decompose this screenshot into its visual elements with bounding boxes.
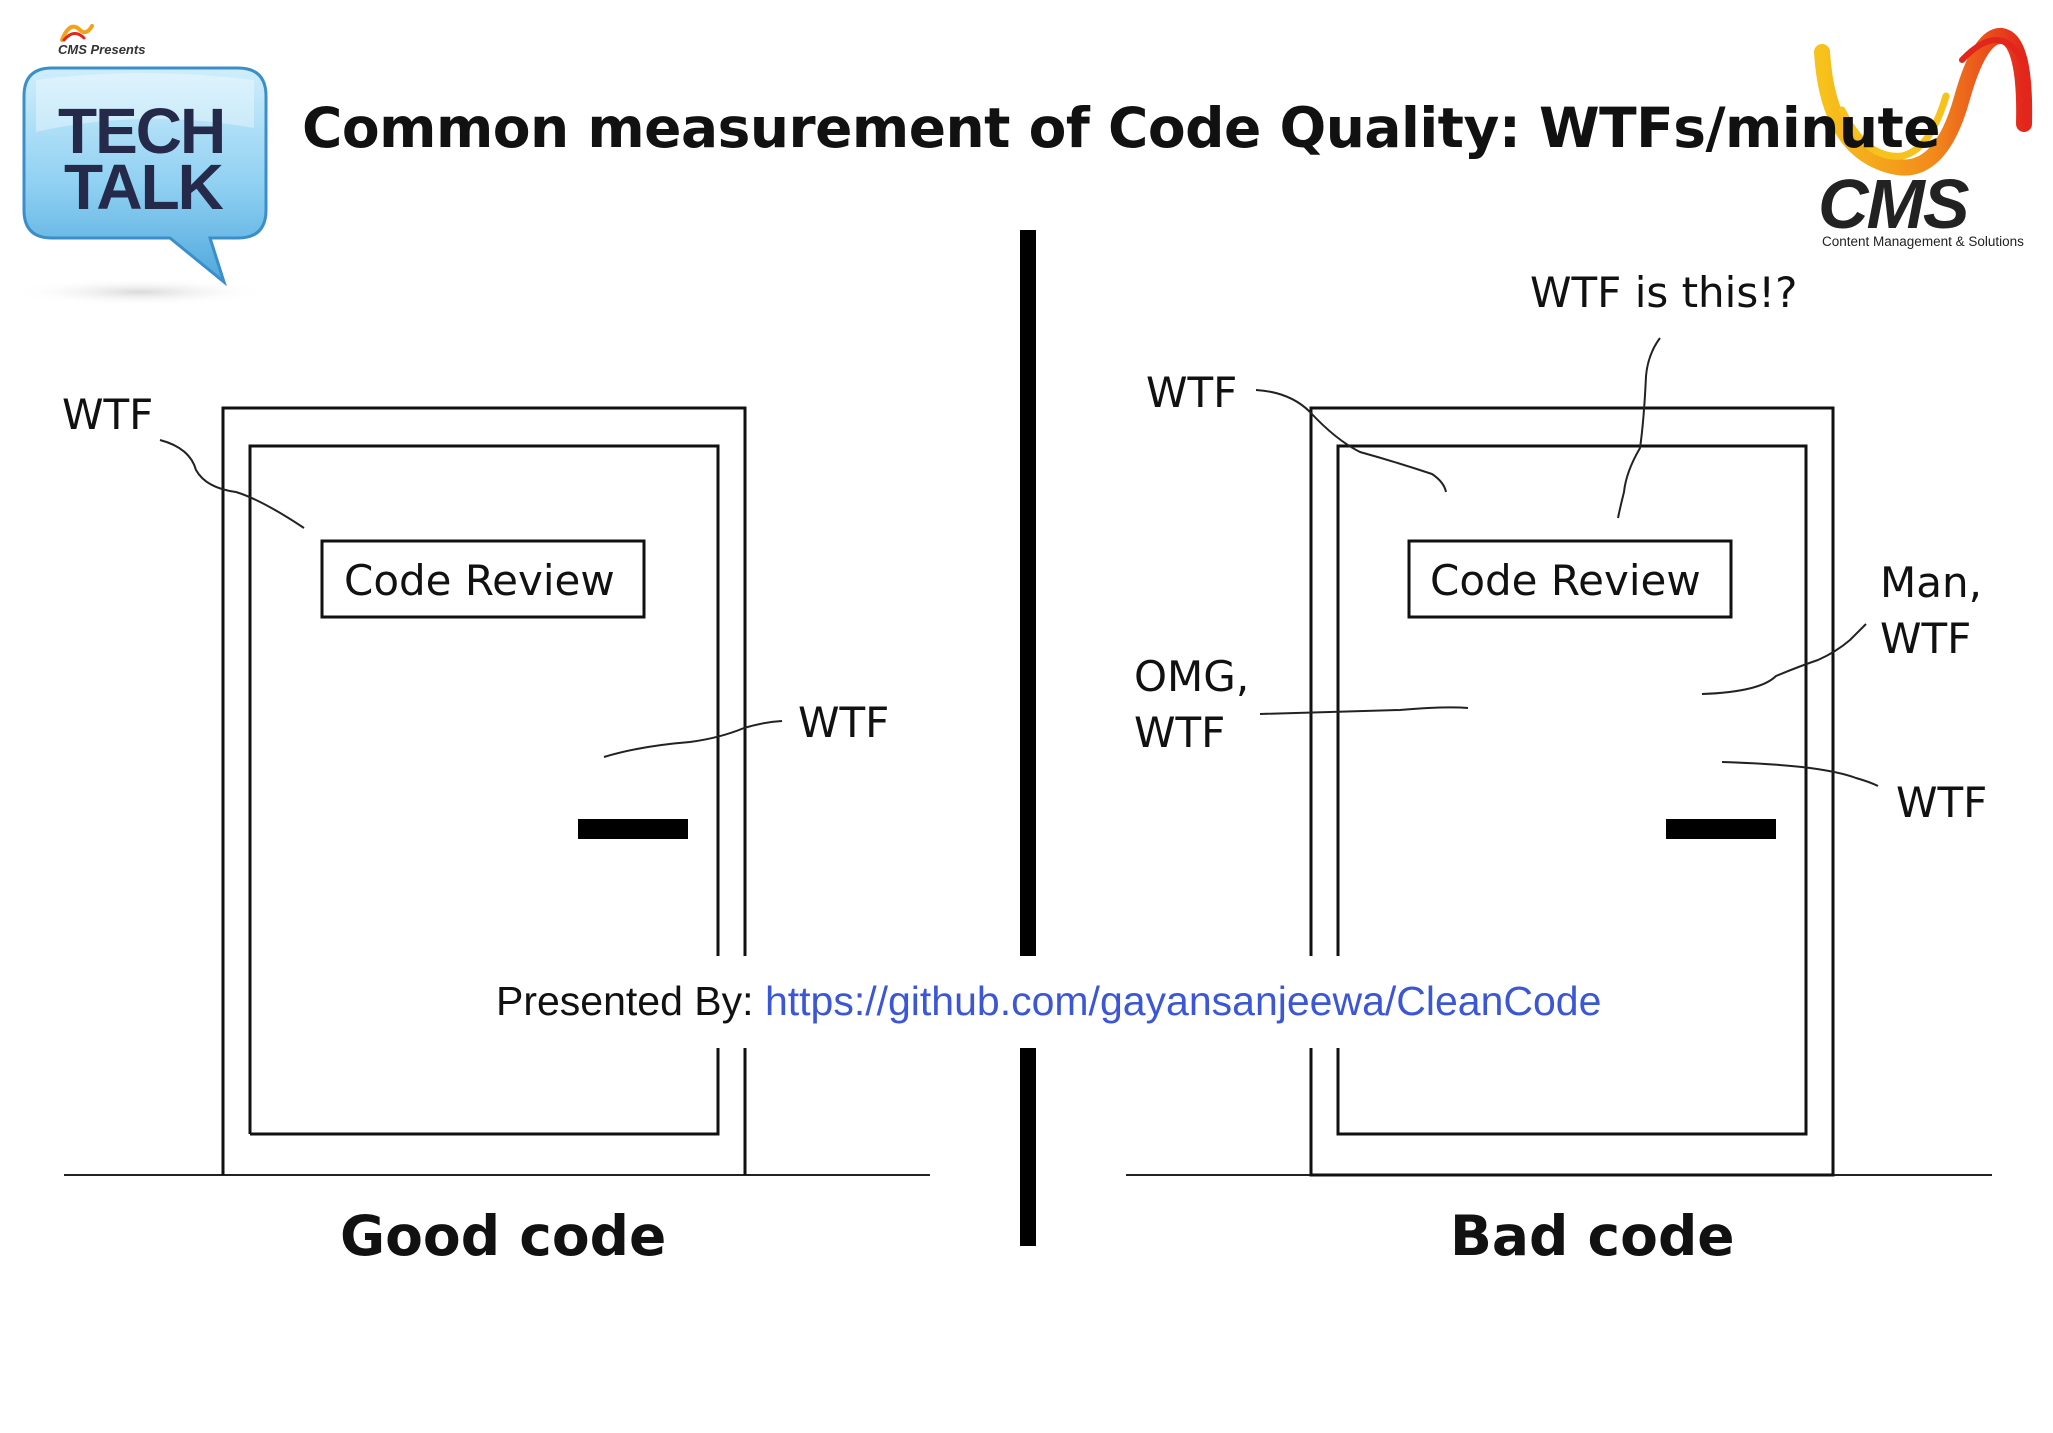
door-handle [1666, 819, 1776, 839]
pointer-line-bottom-right [1721, 761, 1879, 787]
logo-shadow [10, 278, 270, 306]
omg-label-line1: OMG, [1134, 652, 1250, 701]
techtalk-line2: TALK [64, 151, 224, 223]
presented-by-label: Presented By: [496, 978, 765, 1024]
cms-small-swoosh-icon [60, 24, 94, 42]
center-divider-top [1020, 230, 1036, 956]
wtf-label-good-top-left: WTF [62, 390, 154, 439]
github-link[interactable]: https://github.com/gayansanjeewa/CleanCo… [765, 978, 1601, 1024]
cms-logo-tagline: Content Management & Solutions [1822, 234, 2024, 249]
pointer-line-top-left [159, 439, 305, 529]
man-label-line2: WTF [1880, 614, 1972, 663]
code-review-label-good: Code Review [344, 556, 615, 605]
slide: CMS Presents TECH TALK Common measuremen… [0, 0, 2053, 1433]
pointer-line-top-left [1255, 389, 1447, 493]
good-code-caption: Good code [340, 1204, 667, 1268]
code-review-label-bad: Code Review [1430, 556, 1701, 605]
cms-logo-word: CMS [1818, 165, 1970, 243]
pointer-line-right [603, 720, 783, 758]
wtf-label-bad-bottom-right: WTF [1896, 778, 1988, 827]
cms-presents-text: CMS Presents [58, 42, 146, 57]
bad-code-door [1255, 337, 1879, 1177]
page-title: Common measurement of Code Quality: WTFs… [302, 96, 1941, 160]
good-code-door [159, 406, 783, 1175]
wtf-is-this-label: WTF is this!? [1530, 268, 1798, 317]
door-frame-outer [1309, 406, 1835, 1177]
wtf-label-bad-top-left: WTF [1146, 368, 1238, 417]
omg-label-line2: WTF [1134, 708, 1226, 757]
pointer-line-right [1701, 623, 1867, 695]
door-handle [578, 819, 688, 839]
door-frame-outer [221, 406, 747, 1175]
diagram-canvas [10, 24, 2033, 1246]
presented-by: Presented By: https://github.com/gayansa… [496, 978, 1601, 1025]
man-label-line1: Man, [1880, 558, 1982, 607]
wtf-label-good-right: WTF [798, 698, 890, 747]
bad-code-caption: Bad code [1450, 1204, 1735, 1268]
pointer-line-left [1259, 706, 1469, 715]
center-divider-bottom [1020, 1048, 1036, 1246]
pointer-line-top-right [1617, 337, 1661, 519]
